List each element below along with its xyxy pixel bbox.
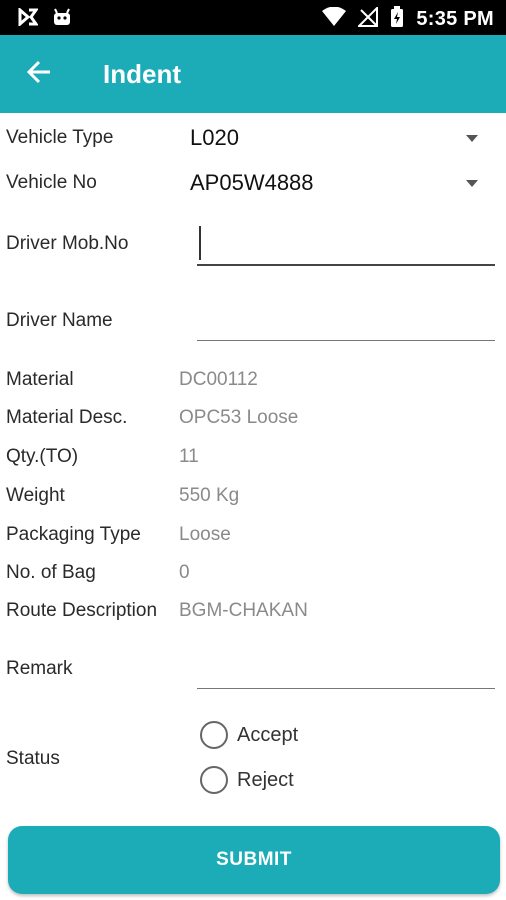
dropdown-arrow-icon (466, 180, 478, 187)
dropdown-arrow-icon (466, 135, 478, 142)
driver-name-input[interactable] (197, 300, 495, 340)
arrow-back-icon (26, 60, 52, 89)
radio-unchecked-icon (200, 721, 228, 749)
weight-label: Weight (6, 485, 65, 506)
vehicle-no-label: Vehicle No (6, 172, 97, 193)
remark-input[interactable] (197, 648, 495, 688)
route-description-label: Route Description (6, 600, 158, 621)
no-signal-icon (356, 5, 379, 32)
material-desc-label: Material Desc. (6, 407, 128, 428)
vehicle-no-spinner[interactable]: AP05W4888 (188, 166, 488, 200)
qty-label: Qty.(TO) (6, 446, 79, 467)
qty-value: 11 (179, 446, 199, 467)
driver-mob-no-label: Driver Mob.No (6, 233, 129, 254)
status-bar-right: 5:35 PM (322, 5, 494, 33)
packaging-type-label: Packaging Type (6, 524, 141, 545)
vehicle-type-label: Vehicle Type (6, 127, 114, 148)
vehicle-type-spinner[interactable]: L020 (188, 121, 488, 155)
status-reject-radio[interactable]: Reject (200, 766, 294, 794)
wifi-icon (322, 6, 347, 32)
weight-value: 550 Kg (179, 485, 240, 506)
status-bar: 5:35 PM (0, 0, 506, 35)
submit-label: SUBMIT (216, 849, 292, 870)
reject-label: Reject (237, 768, 294, 791)
driver-mob-no-field[interactable] (197, 220, 495, 266)
driver-name-field[interactable] (197, 300, 495, 341)
text-cursor (199, 226, 201, 260)
submit-button[interactable]: SUBMIT (8, 826, 500, 894)
material-value: DC00112 (179, 369, 258, 390)
accept-label: Accept (237, 723, 299, 746)
no-of-bag-value: 0 (179, 562, 190, 583)
remark-field[interactable] (197, 648, 495, 689)
vehicle-no-value: AP05W4888 (190, 170, 314, 195)
route-description-value: BGM-CHAKAN (179, 600, 308, 621)
vehicle-type-value: L020 (190, 125, 239, 150)
notification-app-icon (18, 6, 39, 31)
status-bar-left (18, 6, 72, 31)
status-label: Status (6, 748, 60, 769)
status-bar-time: 5:35 PM (416, 8, 494, 30)
back-button[interactable] (20, 57, 58, 91)
driver-name-label: Driver Name (6, 310, 113, 331)
battery-charging-icon (390, 6, 404, 33)
android-icon (52, 8, 72, 31)
material-desc-value: OPC53 Loose (179, 407, 299, 428)
material-label: Material (6, 369, 74, 390)
app-bar: Indent (0, 35, 506, 113)
status-accept-radio[interactable]: Accept (200, 721, 298, 749)
radio-unchecked-icon (200, 766, 228, 794)
no-of-bag-label: No. of Bag (6, 562, 96, 583)
driver-mob-no-input[interactable] (197, 220, 495, 264)
remark-label: Remark (6, 658, 73, 679)
page-title: Indent (103, 59, 181, 89)
packaging-type-value: Loose (179, 524, 231, 545)
